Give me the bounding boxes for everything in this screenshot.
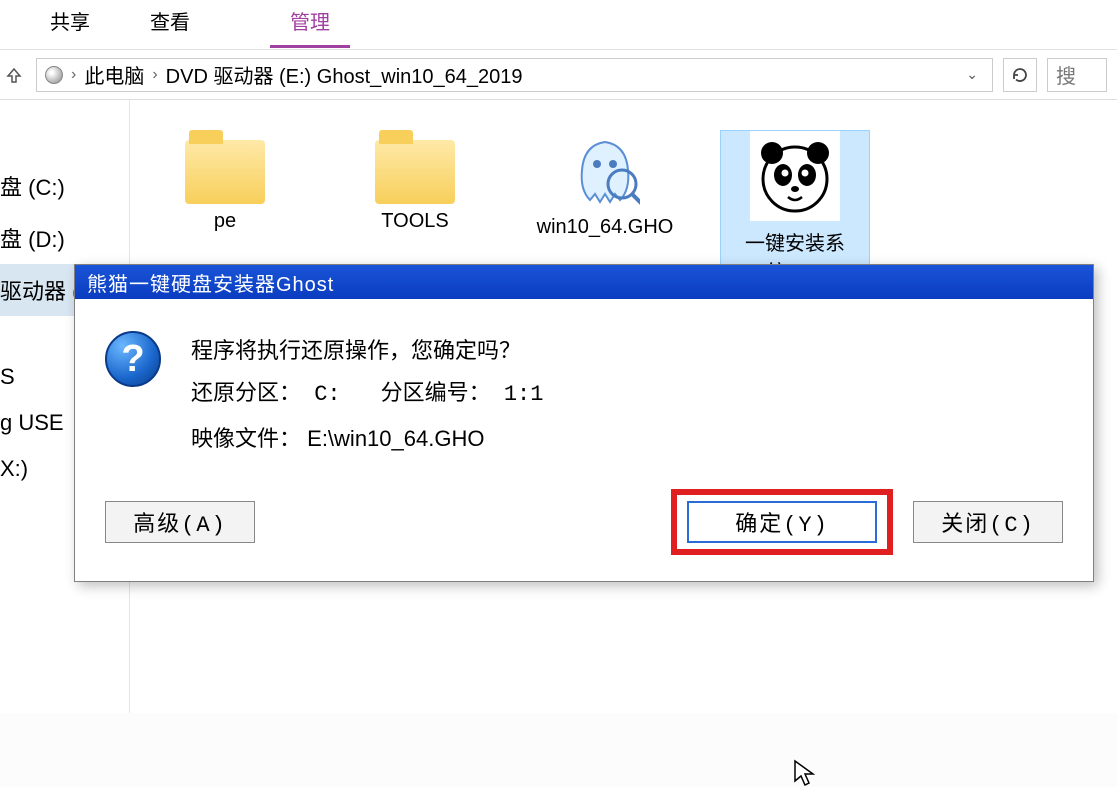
image-value: E:\win10_64.GHO <box>307 426 484 451</box>
advanced-button[interactable]: 高级(A) <box>105 501 255 543</box>
file-item-pe[interactable]: pe <box>150 130 300 233</box>
chevron-right-icon: › <box>152 66 157 84</box>
ribbon-tab-share[interactable]: 共享 <box>30 0 110 45</box>
cursor-icon <box>793 759 815 787</box>
folder-icon <box>375 140 455 204</box>
file-item-exe[interactable]: 一键安装系统.exe <box>720 130 870 286</box>
question-icon: ? <box>105 331 161 387</box>
folder-icon <box>185 140 265 204</box>
image-label: 映像文件： <box>191 426 301 451</box>
breadcrumb[interactable]: › 此电脑 › DVD 驱动器 (E:) Ghost_win10_64_2019… <box>36 58 993 92</box>
partition-label: 还原分区： <box>191 382 301 407</box>
chevron-right-icon: › <box>71 66 76 84</box>
file-item-tools[interactable]: TOOLS <box>340 130 490 233</box>
ok-button[interactable]: 确定(Y) <box>687 501 877 543</box>
address-bar: › 此电脑 › DVD 驱动器 (E:) Ghost_win10_64_2019… <box>0 50 1117 100</box>
highlight-annotation: 确定(Y) <box>671 489 893 555</box>
chevron-down-icon[interactable]: ⌄ <box>960 66 984 83</box>
file-item-gho[interactable]: win10_64.GHO <box>530 130 680 239</box>
sidebar-item-d[interactable]: 盘 (D:) <box>0 212 129 264</box>
ghost-icon <box>570 130 640 210</box>
close-button[interactable]: 关闭(C) <box>913 501 1063 543</box>
breadcrumb-this-pc[interactable]: 此电脑 <box>84 60 144 89</box>
sidebar-item-c[interactable]: 盘 (C:) <box>0 160 129 212</box>
refresh-button[interactable] <box>1003 58 1037 92</box>
dialog-title: 熊猫一键硬盘安装器Ghost <box>75 265 1093 299</box>
search-placeholder: 搜 <box>1056 60 1076 89</box>
ribbon-tab-manage[interactable]: 管理 <box>270 0 350 48</box>
disc-icon <box>45 66 63 84</box>
ribbon-tab-view[interactable]: 查看 <box>130 0 210 45</box>
confirm-dialog: 熊猫一键硬盘安装器Ghost ? 程序将执行还原操作，您确定吗？ 还原分区： C… <box>74 264 1094 582</box>
dialog-message: 程序将执行还原操作，您确定吗？ <box>191 329 543 373</box>
file-label: TOOLS <box>381 210 448 233</box>
search-input[interactable]: 搜 <box>1047 58 1107 92</box>
breadcrumb-drive[interactable]: DVD 驱动器 (E:) Ghost_win10_64_2019 <box>166 60 523 89</box>
panda-icon <box>750 131 840 221</box>
file-label: win10_64.GHO <box>537 216 674 239</box>
partno-value: 1:1 <box>504 382 544 407</box>
dialog-text: 程序将执行还原操作，您确定吗？ 还原分区： C: 分区编号： 1:1 映像文件：… <box>191 329 543 461</box>
ribbon-tabs: 共享 查看 管理 <box>0 0 1117 50</box>
dialog-body: ? 程序将执行还原操作，您确定吗？ 还原分区： C: 分区编号： 1:1 映像文… <box>75 299 1093 471</box>
nav-up-icon[interactable] <box>2 63 26 87</box>
dialog-buttons: 高级(A) 确定(Y) 关闭(C) <box>75 471 1093 581</box>
file-label: pe <box>214 210 236 233</box>
partno-label: 分区编号： <box>381 382 491 407</box>
partition-value: C: <box>314 382 340 407</box>
